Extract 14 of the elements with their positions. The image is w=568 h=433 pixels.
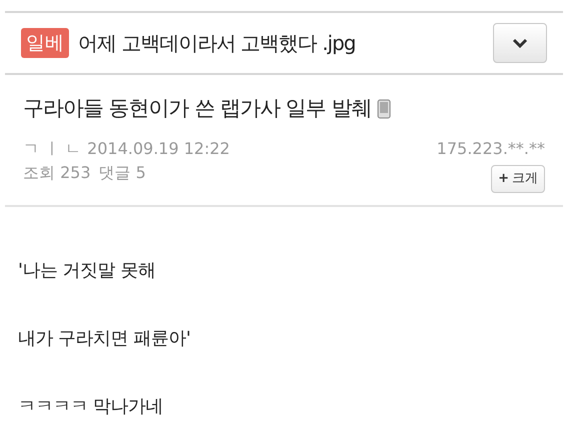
post-date: 2014.09.19 12:22 — [87, 138, 230, 160]
body-text: '나는 거짓말 못해 — [18, 258, 156, 282]
body-text: 내가 구라치면 패륜아' — [18, 326, 192, 350]
dropdown-button[interactable] — [493, 23, 547, 63]
board-badge: 일베 — [21, 28, 69, 58]
enlarge-button[interactable]: + 크게 — [491, 164, 545, 192]
body-text: ㅋㅋㅋㅋ 막나가네 — [18, 394, 164, 418]
board-title: 어제 고백데이라서 고백했다 .jpg — [78, 30, 356, 57]
chevron-down-icon — [512, 38, 528, 48]
ip-address: 175.223.**.** — [436, 138, 545, 160]
comments-label: 댓글 5 — [98, 162, 146, 184]
views-label: 조회 253 — [23, 162, 91, 184]
post-title: 구라아들 동현이가 쓴 랩가사 일부 발췌 — [23, 95, 372, 122]
mobile-icon — [377, 98, 392, 119]
